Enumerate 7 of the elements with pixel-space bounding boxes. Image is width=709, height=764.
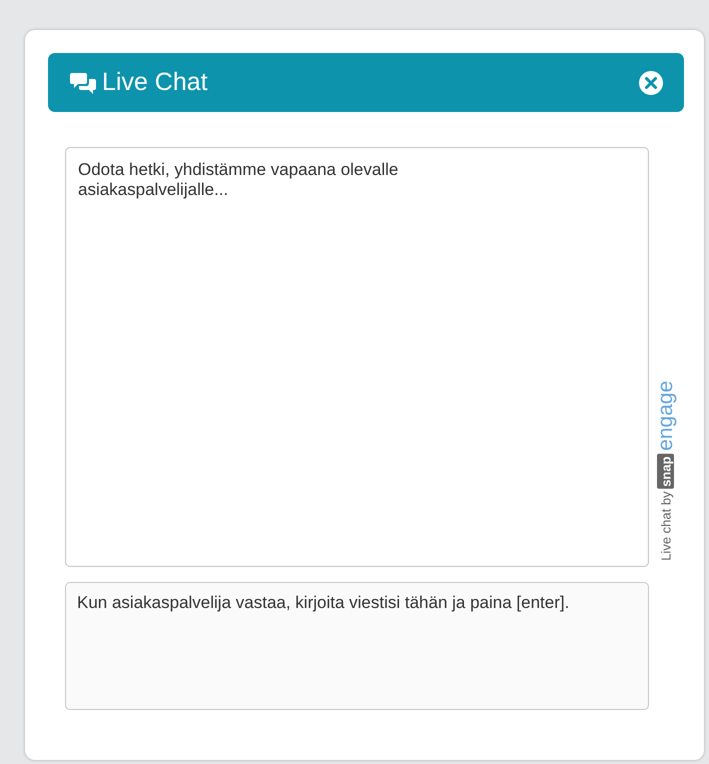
close-icon[interactable]	[639, 70, 663, 94]
branding-text: Live chat by	[658, 492, 674, 561]
window-title: Live Chat	[102, 68, 209, 97]
message-input[interactable]: Kun asiakaspalvelija vastaa, kirjoita viestisi tähän ja paina [enter].	[65, 582, 649, 710]
chat-message: Odota hetki, yhdistämme vapaana olevalle asiakaspalvelijalle...	[78, 160, 400, 200]
logo-label[interactable]: snap	[658, 454, 675, 489]
chat-bubbles-icon	[70, 72, 96, 94]
